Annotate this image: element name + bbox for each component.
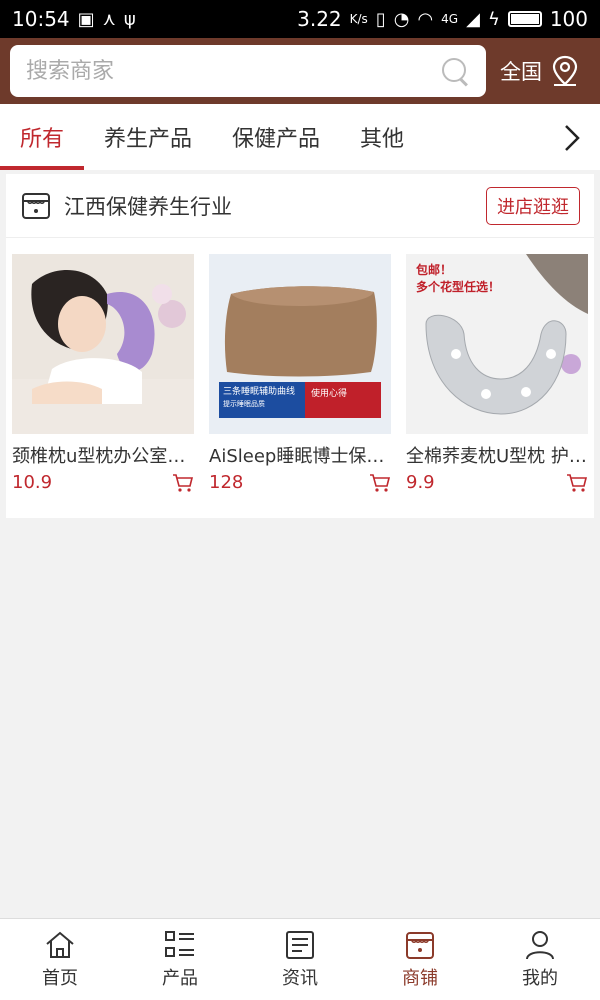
product-image-memory-pillow[interactable]: 三条睡眠辅助曲线 提示睡眠品质 使用心得 [209,254,391,434]
nav-me[interactable]: 我的 [480,919,600,1000]
tab-other[interactable]: 其他 [340,104,424,170]
status-time: 10:54 [12,7,70,31]
tab-health-products[interactable]: 养生产品 [84,104,212,170]
network-type: 4G [441,12,459,26]
tab-care-products[interactable]: 保健产品 [212,104,340,170]
nav-label: 产品 [162,967,198,989]
product-title: 全棉荞麦枕U型枕 护颈枕 [406,446,588,467]
product-item[interactable]: 三条睡眠辅助曲线 提示睡眠品质 使用心得 AiSleep睡眠博士保健枕 128 [209,254,391,493]
tab-label: 养生产品 [104,127,193,152]
nav-label: 资讯 [282,967,318,989]
signal-icon: ◢ [466,8,480,30]
nav-label: 首页 [42,967,78,989]
product-item[interactable]: 包邮！ 多个花型任选！ 全棉荞麦枕U型枕 护颈枕 9.9 [406,254,588,493]
chevron-right-icon[interactable] [554,118,590,158]
visit-store-button[interactable]: 进店逛逛 [486,186,580,225]
product-price: 10.9 [12,472,53,493]
vibrate-icon: ▯ [375,8,386,30]
promo-line-2: 多个花型任选！ [416,280,501,294]
battery-icon [507,11,542,27]
shop-name: 江西保健养生行业 [64,194,232,219]
product-image-neck-pillow[interactable] [12,254,194,434]
promo-line-1: 包邮！ [416,263,453,277]
charging-icon: ϟ [487,8,500,30]
banner-right-text: 使用心得 [311,389,348,399]
product-meta: 10.9 [12,472,194,493]
cart-icon[interactable] [172,473,194,493]
shop-header: 江西保健养生行业 进店逛逛 [6,174,594,238]
nav-label: 我的 [522,967,558,989]
promo-text: 包邮！ 多个花型任选！ [416,262,500,296]
wifi-icon: ◠ [417,8,434,30]
tab-all[interactable]: 所有 [0,104,85,170]
usb-icon: ψ [123,8,136,30]
store-icon [406,931,434,959]
user-icon [526,930,554,959]
status-right: 3.22 K/s ▯ ◔ ◠ 4G ◢ ϟ 100 [297,7,588,31]
product-item[interactable]: 颈椎枕u型枕办公室午睡枕 10.9 [12,254,194,493]
nav-products[interactable]: 产品 [120,919,240,1000]
home-icon [46,931,74,958]
bottom-navigation: 首页 产品 资讯 商铺 我的 [0,918,600,1000]
image-icon: ▣ [77,8,95,30]
news-icon [286,930,314,959]
product-title: AiSleep睡眠博士保健枕 [209,446,391,467]
search-box[interactable] [10,45,486,97]
product-list: 颈椎枕u型枕办公室午睡枕 10.9 三条睡眠辅 [12,254,588,493]
product-meta: 128 [209,472,391,493]
product-price: 128 [209,472,244,493]
product-title: 颈椎枕u型枕办公室午睡枕 [12,446,194,467]
product-price: 9.9 [406,472,435,493]
banner-left-title: 三条睡眠辅助曲线 [223,387,296,397]
nav-home[interactable]: 首页 [0,919,120,1000]
header-bar: 全国 [0,38,600,104]
nav-news[interactable]: 资讯 [240,919,360,1000]
store-icon [22,192,50,219]
location-pin-icon [552,55,578,86]
tab-label: 所有 [20,127,65,152]
battery-level: 100 [549,7,588,31]
tab-label: 保健产品 [232,127,321,152]
nav-label: 商铺 [402,967,438,989]
region-selector[interactable]: 全国 [500,55,580,87]
status-bar: 10:54 ▣ ⋏ ψ 3.22 K/s ▯ ◔ ◠ 4G ◢ ϟ 100 [0,0,600,38]
status-left: 10:54 ▣ ⋏ ψ [12,7,136,31]
list-icon [165,930,194,957]
nav-shops[interactable]: 商铺 [360,919,480,1000]
banner-left-sub: 提示睡眠品质 [223,400,265,408]
cart-icon[interactable] [369,473,391,493]
banner-left-text: 三条睡眠辅助曲线 提示睡眠品质 [223,386,295,410]
search-input[interactable] [26,58,440,84]
cart-icon[interactable] [566,473,588,493]
region-label: 全国 [500,60,542,84]
tab-label: 其他 [360,127,405,152]
shop-card: 江西保健养生行业 进店逛逛 颈椎枕u型枕办公室午睡枕 [6,174,594,518]
speed-unit: K/s [349,12,368,26]
alarm-icon: ◔ [393,8,410,30]
search-icon[interactable] [440,56,470,86]
category-tabs: 所有 养生产品 保健产品 其他 [0,104,600,170]
share-icon: ⋏ [102,8,116,30]
product-meta: 9.9 [406,472,588,493]
product-image-u-pillow[interactable]: 包邮！ 多个花型任选！ [406,254,588,434]
network-speed: 3.22 [297,7,342,31]
